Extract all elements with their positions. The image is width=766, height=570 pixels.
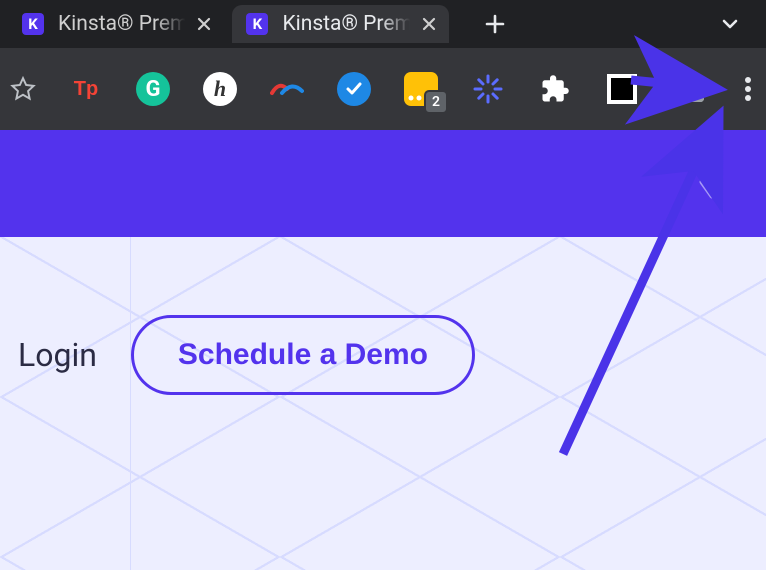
extensions-menu-icon[interactable] <box>538 72 572 106</box>
browser-tab-active[interactable]: K Kinsta® Prem <box>232 5 448 43</box>
tab-title: Kinsta® Prem <box>58 12 188 36</box>
new-tab-button[interactable] <box>477 6 513 42</box>
close-icon[interactable] <box>194 14 214 34</box>
tab-favicon: K <box>22 13 44 35</box>
side-panel-icon[interactable] <box>672 72 706 106</box>
browser-menu-button[interactable] <box>739 72 756 106</box>
extension-grammarly-icon[interactable]: G <box>136 72 170 106</box>
extension-lastpass-icon[interactable]: 2 <box>404 72 438 106</box>
page-content: Login Schedule a Demo <box>0 237 766 570</box>
tab-search-dropdown[interactable] <box>712 6 748 42</box>
browser-tab[interactable]: K Kinsta® Prem <box>8 5 224 43</box>
extension-honey-icon[interactable]: h <box>203 72 237 106</box>
extension-badge: 2 <box>424 90 448 114</box>
extension-reader-icon[interactable] <box>605 72 639 106</box>
extension-textpattern-icon[interactable]: Tp <box>69 72 103 106</box>
browser-toolbar: Tp G h 2 <box>0 48 766 130</box>
site-top-banner <box>0 130 766 237</box>
close-icon[interactable] <box>419 14 439 34</box>
tab-favicon: K <box>246 13 268 35</box>
tab-title: Kinsta® Prem <box>282 12 412 36</box>
bookmark-star-icon[interactable] <box>10 74 36 104</box>
extension-loading-icon[interactable] <box>471 72 505 106</box>
chevron-right-icon <box>696 164 718 204</box>
login-link[interactable]: Login <box>18 336 97 374</box>
extension-checkmark-icon[interactable] <box>337 72 371 106</box>
browser-tab-strip: K Kinsta® Prem K Kinsta® Prem <box>0 0 766 48</box>
schedule-demo-button[interactable]: Schedule a Demo <box>131 315 475 395</box>
extension-rainbow-icon[interactable] <box>270 72 304 106</box>
